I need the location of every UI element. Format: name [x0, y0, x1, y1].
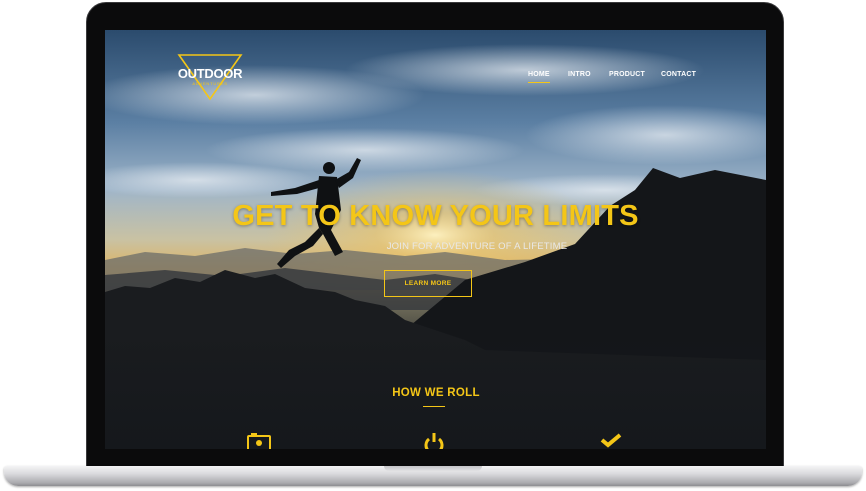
camera-icon [247, 433, 271, 449]
brand-tagline: ADVENTURES [192, 81, 228, 86]
nav-item-intro[interactable]: INTRO [568, 71, 591, 78]
hero-headline: GET TO KNOW YOUR LIMITS [232, 200, 639, 232]
laptop-screen: OUTDOOR ADVENTURES HOME INTRO PRODUCT CO… [105, 30, 766, 449]
nav-item-home[interactable]: HOME [528, 71, 550, 83]
nav-item-product[interactable]: PRODUCT [609, 71, 645, 78]
hero-subheadline: JOIN FOR ADVENTURE OF A LIFETIME [386, 241, 568, 252]
laptop-hinge-notch [384, 466, 482, 471]
brand-logo[interactable]: OUTDOOR ADVENTURES [177, 52, 243, 102]
learn-more-button[interactable]: LEARN MORE [384, 270, 472, 297]
brand-name: OUTDOOR [177, 66, 243, 81]
power-icon [424, 433, 444, 449]
check-icon [600, 433, 622, 448]
section-title: HOW WE ROLL [392, 387, 480, 399]
nav-item-contact[interactable]: CONTACT [661, 71, 696, 78]
section-divider [423, 406, 445, 407]
